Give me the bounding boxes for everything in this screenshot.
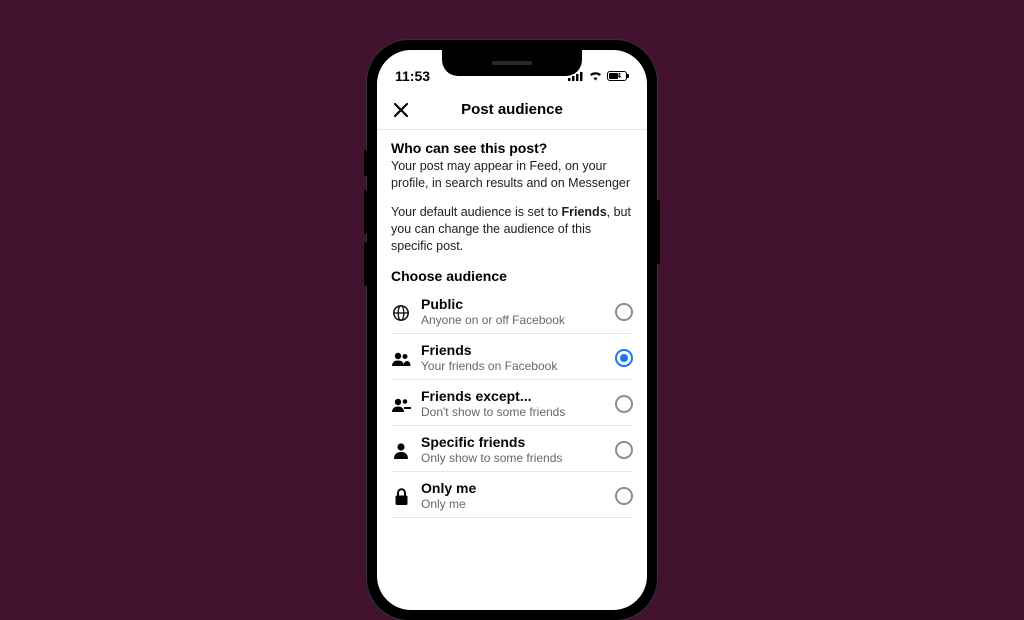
intro-line-2: Your default audience is set to Friends,… (391, 204, 633, 255)
option-label: Friends (421, 342, 605, 358)
option-desc: Only me (421, 497, 605, 511)
option-radio[interactable] (615, 303, 633, 321)
volume-up (364, 190, 367, 234)
friends-minus-icon (391, 395, 411, 413)
audience-option[interactable]: FriendsYour friends on Facebook (391, 334, 633, 380)
option-label: Public (421, 296, 605, 312)
modal-header: Post audience (377, 90, 647, 130)
option-radio[interactable] (615, 441, 633, 459)
option-label: Only me (421, 480, 605, 496)
intro-line-1: Your post may appear in Feed, on your pr… (391, 158, 633, 192)
status-time: 11:53 (395, 68, 430, 84)
person-icon (391, 440, 411, 460)
phone-frame: 11:53 54 Post audience Who can see t (367, 40, 657, 620)
option-radio[interactable] (615, 349, 633, 367)
option-radio[interactable] (615, 395, 633, 413)
close-icon (392, 101, 410, 119)
option-desc: Don't show to some friends (421, 405, 605, 419)
option-radio[interactable] (615, 487, 633, 505)
friends-icon (391, 349, 411, 367)
audience-option[interactable]: Only meOnly me (391, 472, 633, 518)
power-button (657, 200, 660, 264)
option-desc: Your friends on Facebook (421, 359, 605, 373)
intro-question: Who can see this post? (391, 140, 633, 156)
audience-option[interactable]: PublicAnyone on or off Facebook (391, 288, 633, 334)
phone-notch (442, 50, 582, 76)
modal-content: Who can see this post? Your post may app… (377, 130, 647, 518)
choose-audience-label: Choose audience (391, 268, 633, 284)
phone-screen: 11:53 54 Post audience Who can see t (377, 50, 647, 610)
globe-icon (391, 302, 411, 322)
audience-option[interactable]: Friends except...Don't show to some frie… (391, 380, 633, 426)
mute-switch (364, 150, 367, 176)
audience-option[interactable]: Specific friendsOnly show to some friend… (391, 426, 633, 472)
volume-down (364, 242, 367, 286)
close-button[interactable] (389, 98, 413, 122)
lock-icon (391, 486, 411, 506)
option-desc: Anyone on or off Facebook (421, 313, 605, 327)
modal-title: Post audience (377, 101, 647, 118)
option-label: Friends except... (421, 388, 605, 404)
audience-options-list: PublicAnyone on or off FacebookFriendsYo… (391, 288, 633, 518)
battery-icon: 54 (607, 71, 629, 81)
option-label: Specific friends (421, 434, 605, 450)
option-desc: Only show to some friends (421, 451, 605, 465)
wifi-icon (588, 68, 603, 84)
